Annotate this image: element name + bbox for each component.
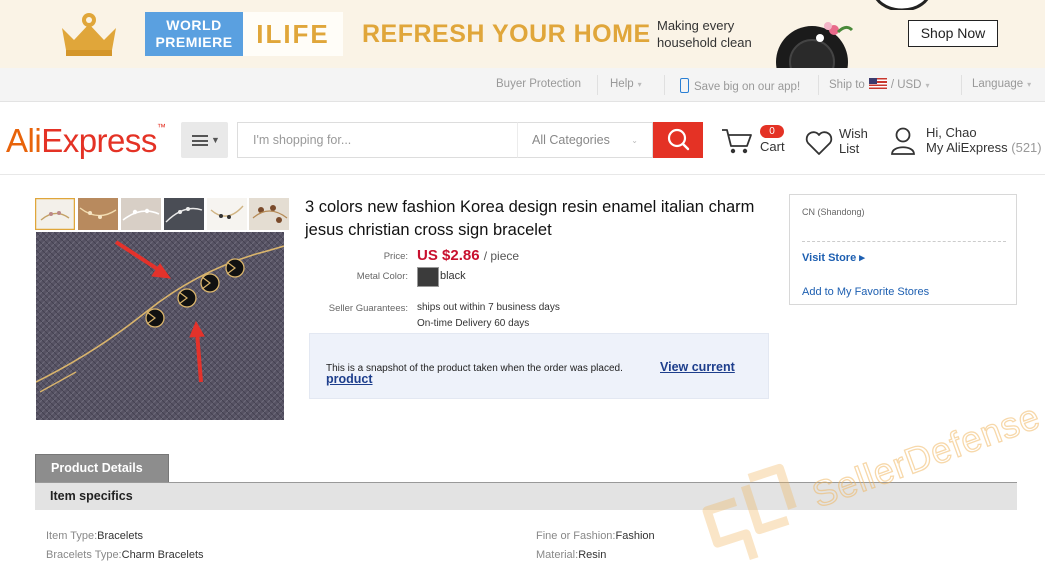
chevron-down-icon: ▼ [211, 135, 220, 145]
account-greeting: Hi, Chao [926, 125, 977, 140]
chevron-down-icon: ▾ [925, 81, 930, 90]
wish-line-2: List [839, 141, 860, 156]
promo-banner[interactable]: WORLD PREMIERE ILIFE REFRESH YOUR HOME M… [0, 0, 1045, 68]
heart-icon[interactable] [804, 129, 834, 157]
spec-key: Item Type: [46, 530, 98, 542]
wish-line-1: Wish [839, 126, 868, 141]
site-header: AliExpress™ ▼ I'm shopping for... All Ca… [0, 103, 1045, 175]
phone-icon [680, 78, 689, 93]
spec-value: Charm Bracelets [121, 549, 204, 561]
user-icon[interactable] [890, 126, 916, 156]
color-swatch-black[interactable] [417, 267, 439, 287]
divider [961, 75, 962, 95]
price-label: Price: [383, 251, 408, 262]
visit-store-link[interactable]: Visit Store ▸ [802, 251, 865, 264]
help-label: Help [610, 78, 634, 90]
banner-headline: REFRESH YOUR HOME [362, 20, 651, 48]
product-thumbnail[interactable] [78, 198, 118, 230]
spec-item: Bracelets Type:Charm Bracelets [46, 549, 204, 561]
search-button[interactable] [653, 122, 703, 158]
thumbnail-strip [35, 198, 289, 232]
spec-key: Material: [536, 549, 579, 561]
cart-count-badge: 0 [760, 125, 784, 138]
store-location: CN (Shandong) [802, 207, 865, 217]
account-count: (521) [1011, 140, 1042, 155]
spec-value: Bracelets [97, 530, 144, 542]
spec-item: Item Type:Bracelets [46, 530, 143, 542]
spec-value: Fashion [615, 530, 655, 542]
brand-logo: ILIFE [243, 12, 343, 56]
chevron-down-icon: ▾ [637, 80, 642, 89]
product-thumbnail[interactable] [35, 198, 75, 230]
currency-label: / USD [890, 79, 922, 91]
banner-tagline: Making every household clean [657, 18, 752, 50]
spec-key: Fine or Fashion: [536, 530, 616, 542]
ship-to-menu[interactable]: Ship to / USD ▾ [829, 78, 930, 91]
robot-vacuum-image [776, 22, 854, 68]
guarantee-delivery: On-time Delivery 60 days [417, 318, 530, 329]
product-thumbnail[interactable] [121, 198, 161, 230]
wish-list-link[interactable]: Wish List [839, 126, 868, 156]
my-aliexpress-label: My AliExpress [926, 140, 1008, 155]
search-icon [667, 128, 690, 151]
product-main-image[interactable] [36, 232, 284, 420]
product-price: US $2.86 / piece [417, 247, 519, 264]
divider [597, 75, 598, 95]
app-link[interactable]: Save big on our app! [680, 78, 800, 93]
product-thumbnail[interactable] [249, 198, 289, 230]
search-input[interactable]: I'm shopping for... [237, 122, 517, 158]
metal-color-label: Metal Color: [356, 271, 408, 282]
ship-to-label: Ship to [829, 79, 865, 91]
add-favorite-store-link[interactable]: Add to My Favorite Stores [802, 286, 929, 298]
language-label: Language [972, 78, 1024, 90]
shop-now-button[interactable]: Shop Now [908, 20, 998, 47]
robot-vacuum-image-2 [875, 0, 929, 10]
color-swatch-label: black [440, 270, 466, 282]
language-menu[interactable]: Language ▾ [972, 78, 1031, 90]
spec-item: Fine or Fashion:Fashion [536, 530, 655, 542]
logo-ali: Ali [6, 122, 42, 159]
price-value: US $2.86 [417, 247, 480, 264]
top-utility-bar: Buyer Protection Help ▾ Save big on our a… [0, 68, 1045, 102]
help-menu[interactable]: Help ▾ [610, 78, 642, 90]
hamburger-icon [192, 135, 208, 146]
seller-guarantees-label: Seller Guarantees: [328, 303, 408, 314]
view-current-product-link[interactable]: View current product [326, 361, 766, 386]
logo-trademark: ™ [156, 122, 166, 132]
chevron-down-icon: ⌄ [631, 136, 638, 145]
chevron-down-icon: ▾ [1027, 80, 1032, 89]
item-specifics-heading: Item specifics [35, 483, 1017, 510]
cart-link[interactable]: Cart [760, 139, 785, 154]
product-thumbnail[interactable] [164, 198, 204, 230]
search-category-label: All Categories [532, 133, 610, 147]
snapshot-notice: This is a snapshot of the product taken … [309, 333, 769, 399]
divider [802, 241, 1006, 242]
product-thumbnail[interactable] [207, 198, 247, 230]
divider [664, 75, 665, 95]
account-menu[interactable]: Hi, Chao My AliExpress (521) [926, 125, 1042, 155]
crown-icon [62, 13, 116, 56]
aliexpress-logo[interactable]: AliExpress™ [6, 122, 166, 160]
app-label: Save big on our app! [694, 81, 801, 93]
price-unit: / piece [483, 249, 520, 263]
divider [818, 75, 819, 95]
categories-menu-button[interactable]: ▼ [181, 122, 228, 158]
us-flag-icon [868, 78, 887, 89]
tab-product-details[interactable]: Product Details [35, 454, 169, 483]
guarantee-shipping: ships out within 7 business days [417, 302, 560, 313]
cart-icon[interactable] [720, 127, 754, 155]
search-category-select[interactable]: All Categories ⌄ [517, 122, 653, 158]
store-info-box: CN (Shandong) Visit Store ▸ Add to My Fa… [789, 194, 1017, 305]
spec-key: Bracelets Type: [46, 549, 122, 561]
spec-item: Material:Resin [536, 549, 606, 561]
logo-express: Express [41, 122, 157, 159]
product-title: 3 colors new fashion Korea design resin … [305, 198, 755, 239]
world-premiere-badge: WORLD PREMIERE [145, 12, 243, 56]
buyer-protection-link[interactable]: Buyer Protection [496, 78, 581, 90]
spec-value: Resin [578, 549, 607, 561]
